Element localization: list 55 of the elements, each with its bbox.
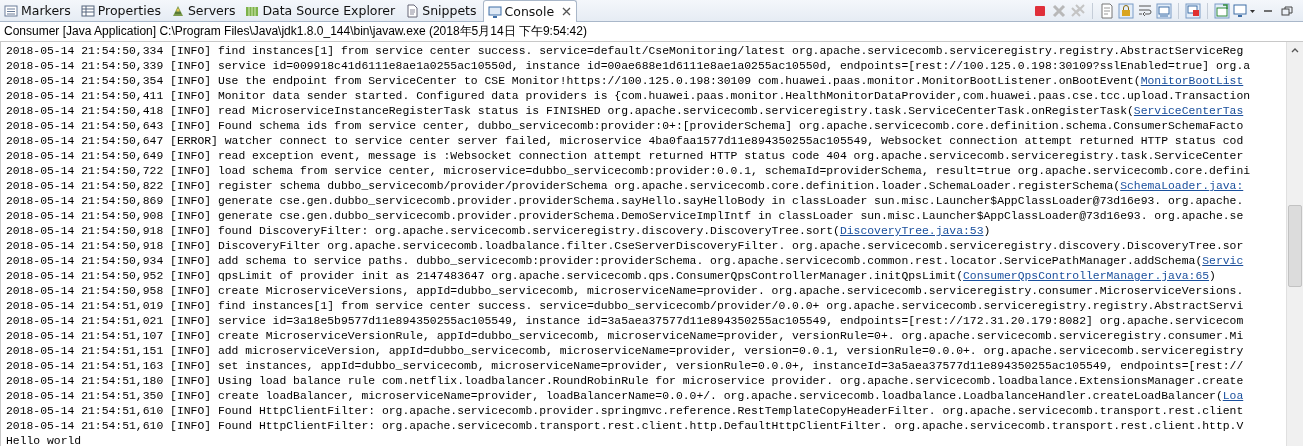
new-console-icon[interactable]	[1214, 2, 1230, 19]
monitor-icon	[487, 4, 502, 19]
log-line: 2018-05-14 21:54:50,647 [ERROR] watcher connect to service center server failed, microservice 4ba0faa1577d11e894350255ac105549, Websocket connection attempt returned HTTP status cod	[6, 134, 1245, 149]
source-link[interactable]: Loa	[1222, 390, 1244, 402]
scrollbar[interactable]	[1286, 42, 1303, 446]
source-link[interactable]: Servic	[1202, 255, 1244, 267]
console-title: Consumer [Java Application] C:\Program Files\Java\jdk1.8.0_144\bin\javaw.exe (2018年5月14日 下午9:54:42)	[4, 23, 587, 40]
lock-icon[interactable]	[1118, 2, 1134, 19]
log-line: 2018-05-14 21:54:51,019 [INFO] find instances[1] from service center success. service=dubbo_servicecomb/provider/0.0.0+ org.apache.servicecomb.serviceregistry.registry.AbstractServi	[6, 299, 1245, 314]
scroll-thumb[interactable]	[1288, 205, 1302, 287]
document-icon	[405, 3, 420, 18]
log-line: 2018-05-14 21:54:51,151 [INFO] add microserviceVersion, appId=dubbo_servicecomb, microserviceName=provider, version=0.0.1, versionRule=0.0.0+. org.apache.servicecomb.serviceregistry	[6, 344, 1245, 359]
view-tab[interactable]: Markers	[0, 0, 77, 21]
log-line: 2018-05-14 21:54:50,934 [INFO] add schema to service paths. dubbo_servicecomb:provider:providerSchema. org.apache.servicecomb.common.rest.locator.ServicePathManager.addSchema(Servic	[6, 254, 1245, 269]
word-wrap-icon[interactable]	[1137, 2, 1153, 19]
log-line: 2018-05-14 21:54:50,411 [INFO] Monitor data sender started. Configured data providers is {com.huawei.paas.monitor.HealthMonitorDataProvider,com.huawei.paas.cse.tcc.upload.Transaction	[6, 89, 1252, 104]
view-tab[interactable]: Data Source Explorer	[241, 0, 402, 21]
source-link[interactable]: SchemaLoader.java:	[1120, 180, 1244, 192]
source-link[interactable]: MonitorBootList	[1140, 75, 1244, 87]
monitor-icon[interactable]	[1185, 2, 1201, 19]
log-line: 2018-05-14 21:54:50,918 [INFO] DiscoveryFilter org.apache.servicecomb.loadbalance.filter.CseServerDiscoveryFilter. org.apache.servicecomb.serviceregistry.discovery.DiscoveryTree.sor	[6, 239, 1245, 254]
log-line: 2018-05-14 21:54:50,643 [INFO] Found schema ids from service center, dubbo_servicecomb:provider:0+:[providerSchema] org.apache.servicecomb.core.definition.schema.ConsumerSchemaFacto	[6, 119, 1245, 134]
log-line: 2018-05-14 21:54:50,952 [INFO] qpsLimit of provider init as 2147483647 org.apache.servicecomb.qps.ConsumerQpsControllerManager.initQpsLimit(ConsumerQpsControllerManager.java:65)	[6, 269, 1217, 284]
log-line: Hello world	[6, 434, 83, 446]
close-icon[interactable]	[562, 7, 572, 16]
view-tab[interactable]: Properties	[76, 0, 167, 21]
log-line: 2018-05-14 21:54:51,180 [INFO] Using load balance rule com.netflix.loadbalancer.RoundRobinRule for microservice provider. org.apache.servicecomb.loadbalance.ExtensionsManager.create	[6, 374, 1245, 389]
source-link[interactable]: DiscoveryTree.java:53	[839, 225, 984, 237]
log-line: 2018-05-14 21:54:51,163 [INFO] set instances, appId=dubbo_servicecomb, microserviceName=provider, versionRule=0.0.0+, instanceId=3a5aea37577d11e894350255ac105549, endpoints=[rest://	[6, 359, 1245, 374]
view-tab[interactable]: Console	[482, 0, 578, 22]
view-tab[interactable]: Snippets	[401, 0, 483, 21]
log-line: 2018-05-14 21:54:51,350 [INFO] create loadBalancer, microserviceName=provider, loadBalancerName=0.0.0+/. org.apache.servicecomb.loadbalance.LoadbalanceHandler.createLoadBalancer(Loa	[6, 389, 1245, 404]
log-line: 2018-05-14 21:54:50,908 [INFO] generate cse.gen.dubbo_servicecomb.provider.providerSchema.DemoServiceImplIntf in classLoader sun.misc.Launcher$AppClassLoader@73d16e93. org.apache.se	[6, 209, 1245, 224]
remove-icon[interactable]	[1051, 2, 1067, 19]
log-line: 2018-05-14 21:54:50,869 [INFO] generate cse.gen.dubbo_servicecomb.provider.providerSchema.sayHello.sayHelloBody in classLoader sun.misc.Launcher$AppClassLoader@73d16e93. org.apache.	[6, 194, 1245, 209]
list-icon	[4, 3, 18, 18]
log-line: 2018-05-14 21:54:50,418 [INFO] read MicroserviceInstanceRegisterTask status is FINISHED org.apache.servicecomb.serviceregistry.task.ServiceCenterTask.onRegisterTask(ServiceCenterTas	[6, 104, 1245, 119]
log-line: 2018-05-14 21:54:50,334 [INFO] find instances[1] from service center success. service=default/CseMonitoring/latest org.apache.servicecomb.serviceregistry.registry.AbstractServiceReg	[6, 44, 1245, 59]
log-line: 2018-05-14 21:54:50,822 [INFO] register schema dubbo_servicecomb/provider/providerSchema org.apache.servicecomb.core.definition.loader.SchemaLoader.registerSchema(SchemaLoader.java:	[6, 179, 1245, 194]
source-link[interactable]: ConsumerQpsControllerManager.java:65	[963, 270, 1210, 282]
log-line: 2018-05-14 21:54:50,339 [INFO] service id=009918c41d6111e8ae1a0255ac10550d, instance id=00ae688e1d6111e8ae1a0255ac10550d, endpoints=[rest://100.125.0.198:30109?sslEnabled=true] org.a	[6, 59, 1252, 74]
log-line: 2018-05-14 21:54:51,021 [INFO] service id=3a18e5b9577d11e894350255ac105549, instance id=3a5aea37577d11e894350255ac105549, endpoints=[rest://172.31.20.179:8082] org.apache.servicecom	[6, 314, 1245, 329]
log-line: 2018-05-14 21:54:50,918 [INFO] found DiscoveryFilter: org.apache.servicecomb.serviceregistry.discovery.DiscoveryTree.sort(DiscoveryTree.java:53)	[6, 224, 992, 239]
source-link[interactable]: ServiceCenterTas	[1133, 105, 1244, 117]
log-line: 2018-05-14 21:54:50,354 [INFO] Use the endpoint from ServiceCenter to CSE Monitor!https://100.125.0.198:30109 com.huawei.paas.monitor.MonitorBootListener.onBootEvent(MonitorBootList	[6, 74, 1245, 89]
view-tab[interactable]: Servers	[166, 0, 242, 21]
table-icon	[80, 3, 95, 18]
log-line: 2018-05-14 21:54:50,958 [INFO] create MicroserviceVersions, appId=dubbo_servicecomb, microserviceName=provider. org.apache.servicecomb.serviceregistry.consumer.MicroserviceVersions.	[6, 284, 1245, 299]
monitor-dropdown-icon[interactable]	[1233, 2, 1257, 19]
log-line: 2018-05-14 21:54:51,610 [INFO] Found HttpClientFilter: org.apache.servicecomb.provider.springmvc.reference.RestTemplateCopyHeaderFilter. org.apache.servicecomb.transport.rest.client	[6, 404, 1245, 419]
log-line: 2018-05-14 21:54:51,610 [INFO] Found HttpClientFilter: org.apache.servicecomb.transport.rest.client.http.DefaultHttpClientFilter. org.apache.servicecomb.transport.rest.client.http.V	[6, 419, 1245, 434]
clear-icon[interactable]	[1099, 2, 1115, 19]
log-line: 2018-05-14 21:54:50,722 [INFO] load schema from service center, microservice=dubbo_servicecomb:provider:0.0.1, schemaId=providerSchema, result=true org.apache.servicecomb.core.defini	[6, 164, 1252, 179]
log-line: 2018-05-14 21:54:51,107 [INFO] create MicroserviceVersionRule, appId=dubbo_servicecomb, microserviceName=provider, versionRule=0+. org.apache.servicecomb.serviceregistry.consumer.Mi	[6, 329, 1245, 344]
log-line: 2018-05-14 21:54:50,649 [INFO] read exception event, message is :Websocket connection attempt returned HTTP status code 404 org.apache.servicecomb.serviceregistry.task.ServiceCenter	[6, 149, 1245, 164]
